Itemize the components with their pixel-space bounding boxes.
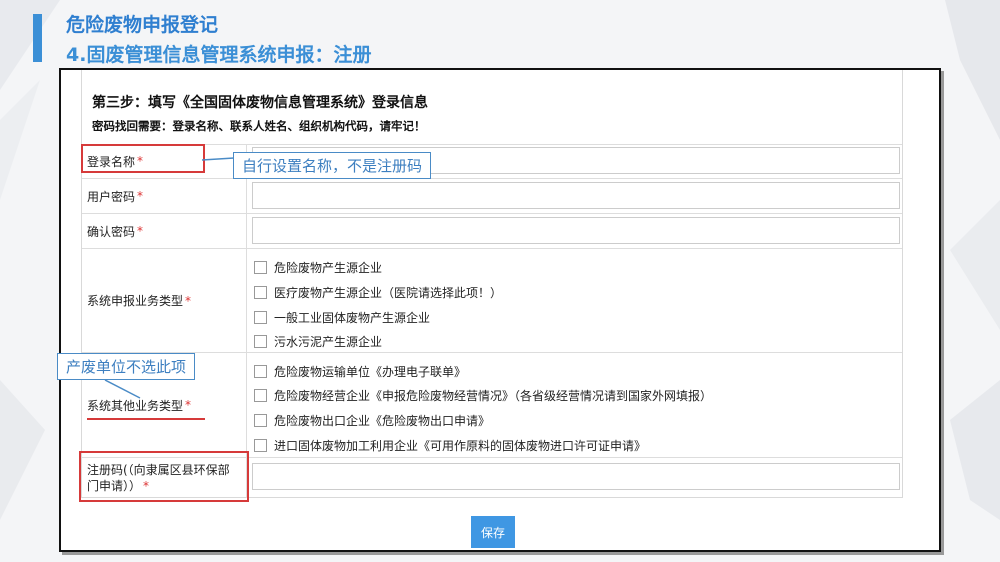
row-password: 用户密码 *: [82, 179, 902, 214]
password-recovery-note: 密码找回需要：登录名称、联系人姓名、组织机构代码，请牢记！: [92, 119, 426, 133]
callout-pointer: [201, 157, 235, 161]
checkbox[interactable]: [254, 335, 267, 348]
required-mark: *: [137, 224, 144, 238]
business-type-option[interactable]: 医疗废物产生源企业（医院请选择此项！）: [254, 284, 502, 301]
other-business-type-option[interactable]: 进口固体废物加工利用企业《可用作原料的固体废物进口许可证申请》: [254, 437, 646, 454]
business-type-option[interactable]: 一般工业固体废物产生源企业: [254, 309, 430, 326]
required-mark: *: [185, 398, 192, 412]
row-other-business-type: 系统其他业务类型 * 危险废物运输单位《办理电子联单》 危险废物经营企业《申报危险…: [82, 353, 902, 458]
password-label: 用户密码 *: [82, 179, 247, 213]
confirm-password-label: 确认密码 *: [82, 214, 247, 248]
business-type-label: 系统申报业务类型 *: [82, 249, 247, 352]
login-name-callout: 自行设置名称，不是注册码: [233, 152, 432, 179]
business-type-option[interactable]: 危险废物产生源企业: [254, 259, 382, 276]
other-type-callout: 产废单位不选此项: [57, 353, 196, 380]
confirm-password-input[interactable]: [252, 217, 900, 244]
checkbox[interactable]: [254, 439, 267, 452]
registration-code-highlight: [79, 451, 249, 502]
save-button[interactable]: 保存: [471, 516, 515, 548]
checkbox[interactable]: [254, 261, 267, 274]
business-type-option[interactable]: 污水污泥产生源企业: [254, 333, 382, 350]
other-business-type-option[interactable]: 危险废物出口企业《危险废物出口申请》: [254, 412, 490, 429]
page-subtitle: 4.固废管理信息管理系统申报：注册: [66, 44, 372, 66]
login-name-highlight: [81, 144, 205, 173]
step-title: 第三步：填写《全国固体废物信息管理系统》登录信息: [92, 95, 428, 111]
checkbox[interactable]: [254, 414, 267, 427]
password-input[interactable]: [252, 182, 900, 209]
registration-form: 第三步：填写《全国固体废物信息管理系统》登录信息 密码找回需要：登录名称、联系人…: [81, 70, 903, 498]
other-type-underline: [87, 418, 205, 420]
row-confirm-password: 确认密码 *: [82, 214, 902, 249]
registration-code-input[interactable]: [252, 463, 900, 490]
checkbox[interactable]: [254, 389, 267, 402]
checkbox[interactable]: [254, 365, 267, 378]
other-business-type-option[interactable]: 危险废物经营企业《申报危险废物经营情况》（各省级经营情况请到国家外网填报）: [254, 387, 712, 404]
callout-pointer: [104, 379, 141, 399]
other-business-type-option[interactable]: 危险废物运输单位《办理电子联单》: [254, 363, 466, 380]
page-title: 危险废物申报登记: [66, 14, 219, 36]
title-accent-bar: [33, 14, 42, 62]
step-header: 第三步：填写《全国固体废物信息管理系统》登录信息 密码找回需要：登录名称、联系人…: [82, 80, 902, 145]
checkbox[interactable]: [254, 311, 267, 324]
row-business-type: 系统申报业务类型 * 危险废物产生源企业 医疗废物产生源企业（医院请选择此项！） …: [82, 249, 902, 353]
required-mark: *: [185, 293, 192, 308]
checkbox[interactable]: [254, 286, 267, 299]
required-mark: *: [137, 189, 144, 203]
